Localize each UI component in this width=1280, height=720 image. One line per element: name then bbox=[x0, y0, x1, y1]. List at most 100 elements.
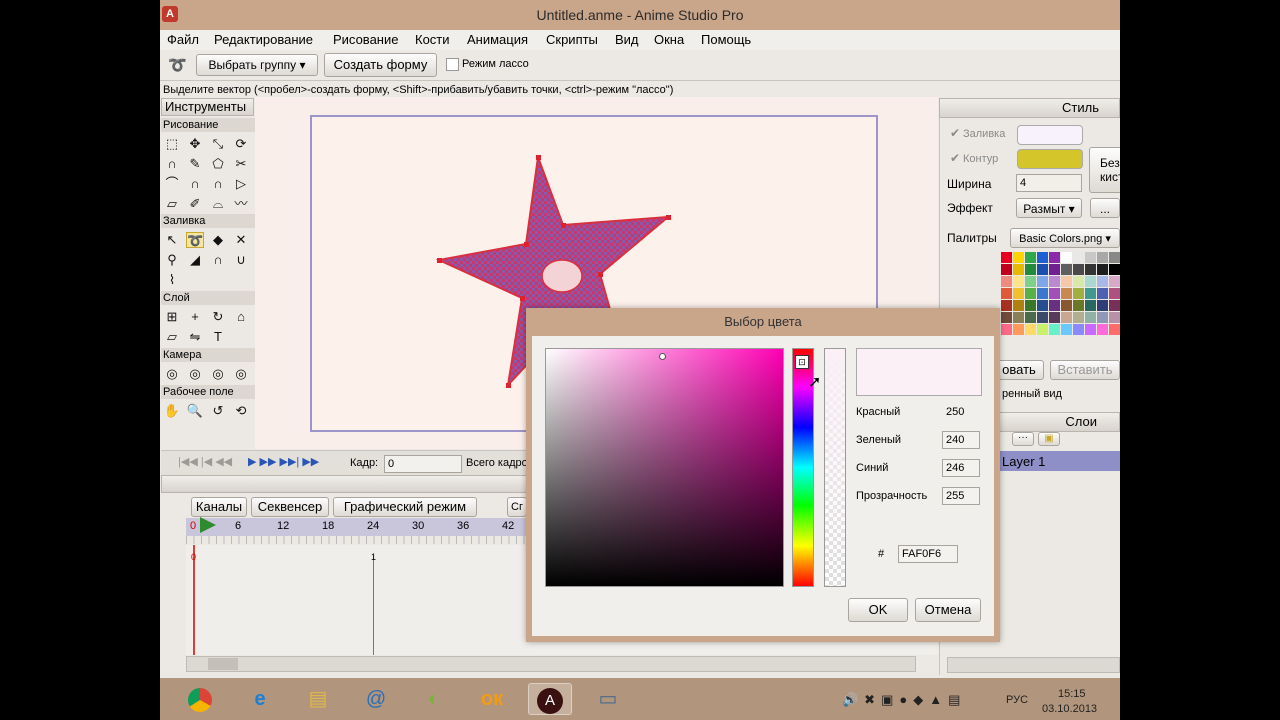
mail-taskbar-icon[interactable]: @ bbox=[354, 683, 398, 715]
palette-swatch[interactable] bbox=[1037, 276, 1048, 287]
palette-swatch[interactable] bbox=[1001, 288, 1012, 299]
palette-swatch[interactable] bbox=[1097, 264, 1108, 275]
palette-swatch[interactable] bbox=[1061, 324, 1072, 335]
palette-swatch[interactable] bbox=[1025, 300, 1036, 311]
palette-swatch[interactable] bbox=[1013, 252, 1024, 263]
palette-swatch[interactable] bbox=[1013, 288, 1024, 299]
palette-swatch[interactable] bbox=[1109, 288, 1120, 299]
palette-swatch[interactable] bbox=[1001, 324, 1012, 335]
hue-handle-icon[interactable]: ⊡ bbox=[795, 355, 809, 369]
palette-swatch[interactable] bbox=[1073, 312, 1084, 323]
palette-swatch[interactable] bbox=[1097, 312, 1108, 323]
stroke-color-swatch[interactable] bbox=[1017, 149, 1083, 169]
palette-swatch[interactable] bbox=[1001, 264, 1012, 275]
palette-swatch[interactable] bbox=[1025, 264, 1036, 275]
palette-swatch[interactable] bbox=[1049, 324, 1060, 335]
palette-swatch[interactable] bbox=[1013, 276, 1024, 287]
palette-swatch[interactable] bbox=[1049, 264, 1060, 275]
palette-swatch[interactable] bbox=[1061, 264, 1072, 275]
fill-color-swatch[interactable] bbox=[1017, 125, 1083, 145]
palette-swatch[interactable] bbox=[1037, 324, 1048, 335]
green-input[interactable]: 240 bbox=[942, 431, 980, 449]
palette-swatch[interactable] bbox=[1097, 300, 1108, 311]
palette-swatch[interactable] bbox=[1085, 276, 1096, 287]
palette-swatch[interactable] bbox=[1001, 276, 1012, 287]
palette-swatch[interactable] bbox=[1085, 324, 1096, 335]
palette-swatch[interactable] bbox=[1013, 300, 1024, 311]
saturation-value-picker[interactable] bbox=[545, 348, 784, 587]
palette-swatch[interactable] bbox=[1013, 312, 1024, 323]
palette-swatch[interactable] bbox=[1097, 276, 1108, 287]
color-palette-grid[interactable] bbox=[1001, 252, 1120, 356]
palette-swatch[interactable] bbox=[1037, 264, 1048, 275]
palette-swatch[interactable] bbox=[1085, 264, 1096, 275]
chrome-taskbar-icon[interactable] bbox=[178, 683, 222, 715]
hex-input[interactable]: FAF0F6 bbox=[898, 545, 958, 563]
layer-folder-icon[interactable]: ▣ bbox=[1038, 432, 1060, 446]
language-indicator[interactable]: РУС bbox=[1006, 694, 1028, 706]
timeline-scrollbar[interactable] bbox=[186, 656, 916, 672]
clock-date[interactable]: 03.10.2013 bbox=[1042, 703, 1097, 715]
tab-extra[interactable]: Сг bbox=[507, 497, 527, 517]
palette-swatch[interactable] bbox=[1061, 276, 1072, 287]
palette-swatch[interactable] bbox=[1073, 264, 1084, 275]
play-buttons-icon[interactable]: ▶ ▶▶ ▶▶| ▶▶ bbox=[248, 455, 319, 468]
tab-channels[interactable]: Каналы bbox=[191, 497, 247, 517]
palette-swatch[interactable] bbox=[1061, 312, 1072, 323]
explorer-taskbar-icon[interactable]: ▤ bbox=[296, 683, 340, 715]
palette-swatch[interactable] bbox=[1037, 300, 1048, 311]
palette-swatch[interactable] bbox=[1049, 300, 1060, 311]
palette-swatch[interactable] bbox=[1061, 252, 1072, 263]
timeline-scroll-thumb[interactable] bbox=[208, 658, 238, 670]
palette-swatch[interactable] bbox=[1073, 300, 1084, 311]
fill-check-icon[interactable]: ✔ bbox=[950, 126, 960, 140]
palette-swatch[interactable] bbox=[1025, 312, 1036, 323]
palette-swatch[interactable] bbox=[1001, 300, 1012, 311]
effect-more-button[interactable]: ... bbox=[1090, 198, 1120, 218]
odnoklassniki-taskbar-icon[interactable]: ок bbox=[470, 683, 514, 715]
stroke-check-icon[interactable]: ✔ bbox=[950, 151, 960, 165]
remote-desktop-taskbar-icon[interactable]: ▭ bbox=[586, 683, 630, 715]
palette-swatch[interactable] bbox=[1049, 276, 1060, 287]
disc-taskbar-icon[interactable]: ◐ bbox=[412, 683, 456, 715]
tab-graph-mode[interactable]: Графический режим bbox=[333, 497, 477, 517]
palette-swatch[interactable] bbox=[1049, 312, 1060, 323]
palette-swatch[interactable] bbox=[1025, 288, 1036, 299]
palette-swatch[interactable] bbox=[1085, 312, 1096, 323]
palette-swatch[interactable] bbox=[1073, 276, 1084, 287]
palette-swatch[interactable] bbox=[1037, 288, 1048, 299]
palette-swatch[interactable] bbox=[1085, 300, 1096, 311]
anime-studio-taskbar-icon[interactable]: A bbox=[528, 683, 572, 715]
palette-swatch[interactable] bbox=[1025, 276, 1036, 287]
ie-taskbar-icon[interactable]: e bbox=[238, 683, 282, 715]
cancel-button[interactable]: Отмена bbox=[915, 598, 981, 622]
palette-swatch[interactable] bbox=[1001, 252, 1012, 263]
palette-swatch[interactable] bbox=[1037, 252, 1048, 263]
palette-swatch[interactable] bbox=[1025, 252, 1036, 263]
play-marker-icon[interactable] bbox=[200, 517, 216, 533]
system-tray-icons[interactable]: 🔊✖▣●◆▲▤ bbox=[842, 692, 966, 708]
palette-swatch[interactable] bbox=[1049, 288, 1060, 299]
frame-input[interactable]: 0 bbox=[384, 455, 462, 473]
palette-swatch[interactable] bbox=[1097, 324, 1108, 335]
palette-swatch[interactable] bbox=[1037, 312, 1048, 323]
palette-swatch[interactable] bbox=[1049, 252, 1060, 263]
sv-cursor[interactable] bbox=[659, 353, 666, 360]
alpha-input[interactable]: 255 bbox=[942, 487, 980, 505]
palette-swatch[interactable] bbox=[1085, 252, 1096, 263]
palette-swatch[interactable] bbox=[1097, 288, 1108, 299]
palette-swatch[interactable] bbox=[1073, 252, 1084, 263]
palette-swatch[interactable] bbox=[1061, 288, 1072, 299]
palette-swatch[interactable] bbox=[1013, 264, 1024, 275]
palette-swatch[interactable] bbox=[1109, 264, 1120, 275]
palette-swatch[interactable] bbox=[1109, 300, 1120, 311]
palette-swatch[interactable] bbox=[1109, 276, 1120, 287]
palette-swatch[interactable] bbox=[1109, 324, 1120, 335]
palette-swatch[interactable] bbox=[1013, 324, 1024, 335]
red-input[interactable]: 250 bbox=[942, 403, 980, 421]
layers-scrollbar[interactable] bbox=[947, 657, 1120, 673]
tab-sequencer[interactable]: Секвенсер bbox=[251, 497, 329, 517]
rewind-buttons-icon[interactable]: |◀◀ |◀ ◀◀ bbox=[178, 455, 232, 468]
paste-style-button[interactable]: Вставить bbox=[1050, 360, 1120, 380]
copy-style-button[interactable]: овать bbox=[994, 360, 1044, 380]
